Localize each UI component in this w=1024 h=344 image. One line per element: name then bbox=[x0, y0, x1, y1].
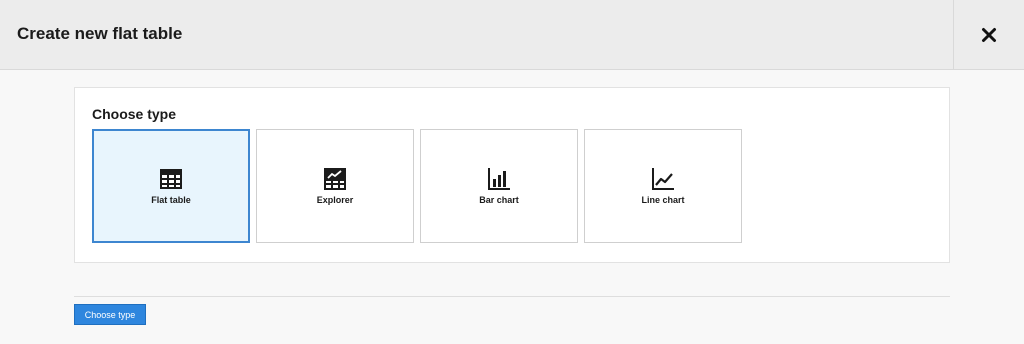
type-options: Flat table Explorer Bar chart Line chart bbox=[92, 129, 742, 243]
dialog-title: Create new flat table bbox=[17, 24, 183, 43]
bar-chart-icon bbox=[488, 168, 510, 190]
choose-type-heading: Choose type bbox=[92, 106, 177, 122]
type-option-label: Flat table bbox=[151, 195, 191, 205]
type-option-bar-chart[interactable]: Bar chart bbox=[420, 129, 578, 243]
table-icon bbox=[160, 169, 182, 189]
footer-divider bbox=[74, 296, 950, 297]
type-option-label: Bar chart bbox=[479, 195, 519, 205]
type-option-label: Line chart bbox=[641, 195, 685, 205]
close-button[interactable] bbox=[953, 0, 1024, 70]
type-option-explorer[interactable]: Explorer bbox=[256, 129, 414, 243]
type-option-line-chart[interactable]: Line chart bbox=[584, 129, 742, 243]
line-chart-icon bbox=[652, 168, 674, 190]
close-icon bbox=[982, 28, 996, 42]
dialog-header: Create new flat table bbox=[0, 0, 1024, 70]
type-option-flat-table[interactable]: Flat table bbox=[92, 129, 250, 243]
choose-type-panel: Choose type Flat table Explorer Bar char… bbox=[74, 87, 950, 263]
explorer-icon bbox=[324, 168, 346, 190]
choose-type-button[interactable]: Choose type bbox=[74, 304, 146, 325]
type-option-label: Explorer bbox=[316, 195, 354, 205]
